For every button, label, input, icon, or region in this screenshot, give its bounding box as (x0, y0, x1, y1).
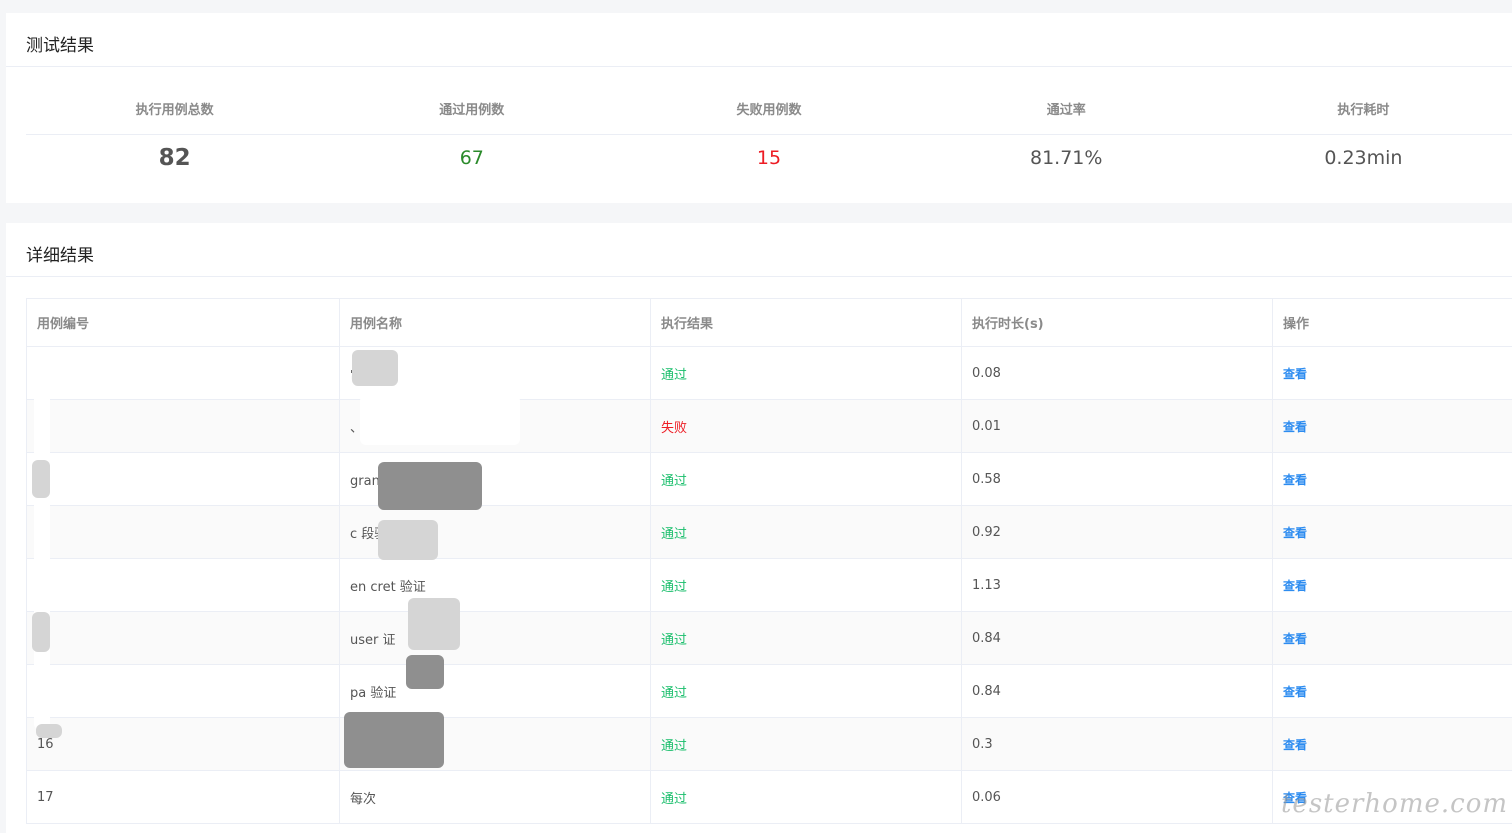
view-link[interactable]: 查看 (1283, 526, 1307, 540)
cell-result: 通过 (650, 505, 962, 559)
cell-result: 通过 (650, 558, 962, 612)
cell-case-id (26, 505, 340, 559)
cell-case-name: 常 击 (339, 346, 651, 400)
cell-action: 查看 (1272, 611, 1512, 665)
view-link[interactable]: 查看 (1283, 473, 1307, 487)
summary-title: 测试结果 (6, 13, 1512, 67)
column-header-name[interactable]: 用例名称 (339, 298, 651, 347)
column-header-result[interactable]: 执行结果 (650, 298, 962, 347)
table-row: pa 验证 通过 0.84 查看 (26, 664, 1512, 718)
cell-action: 查看 (1272, 717, 1512, 771)
cell-case-id (26, 399, 340, 453)
stat-failed-value: 15 (756, 147, 782, 169)
stat-duration-value: 0.23min (1324, 147, 1403, 169)
cell-duration: 1.13 (961, 558, 1273, 612)
cell-action: 查看 (1272, 399, 1512, 453)
cell-case-name: pa 验证 (339, 664, 651, 718)
cell-duration: 0.01 (961, 399, 1273, 453)
cell-duration: 0.08 (961, 346, 1273, 400)
table-row: 16 户信 务通过 0.3 查看 (26, 717, 1512, 771)
summary-card: 测试结果 执行用例总数 通过用例数 失败用例数 通过率 执行耗时 82 67 1… (6, 13, 1512, 203)
stat-header-total: 执行用例总数 (135, 103, 214, 118)
cell-action: 查看 (1272, 346, 1512, 400)
cell-duration: 0.84 (961, 664, 1273, 718)
cell-result: 通过 (650, 664, 962, 718)
table-row: en cret 验证 通过 1.13 查看 (26, 558, 1512, 612)
cell-case-id (26, 346, 340, 400)
cell-case-id (26, 611, 340, 665)
cell-result: 通过 (650, 770, 962, 824)
view-link[interactable]: 查看 (1283, 738, 1307, 752)
stat-passed-value: 67 (459, 147, 484, 169)
cell-case-id (26, 664, 340, 718)
cell-action: 查看 (1272, 664, 1512, 718)
table-row: 常 击通过 0.08 查看 (26, 346, 1512, 400)
stat-header-duration: 执行耗时 (1337, 103, 1390, 118)
results-table-wrapper: 用例编号 用例名称 执行结果 执行时长(s) 操作 常 击通过 0.08 查看、, … (26, 298, 1512, 824)
results-table: 用例编号 用例名称 执行结果 执行时长(s) 操作 常 击通过 0.08 查看、, … (26, 298, 1512, 824)
cell-case-id: 17 (26, 770, 340, 824)
cell-result: 通过 (650, 611, 962, 665)
cell-case-name: user 证 (339, 611, 651, 665)
table-row: 17 每次 通过 0.06 查看 (26, 770, 1512, 824)
detail-title: 详细结果 (6, 223, 1512, 277)
cell-case-name: c 段验i (339, 505, 651, 559)
column-header-id[interactable]: 用例编号 (26, 298, 340, 347)
table-row: grant 字段 通过 0.58 查看 (26, 452, 1512, 506)
table-row: user 证通过 0.84 查看 (26, 611, 1512, 665)
detail-card: 详细结果 用例编号 用例名称 执行结果 执行时长(s) 操作 常 击通过 0.08… (6, 223, 1512, 833)
cell-result: 通过 (650, 717, 962, 771)
table-row: 、, 值失败 0.01 查看 (26, 399, 1512, 453)
summary-stats-header: 执行用例总数 通过用例数 失败用例数 通过率 执行耗时 (26, 91, 1512, 135)
cell-case-name: en cret 验证 (339, 558, 651, 612)
results-table-body: 常 击通过 0.08 查看、, 值失败 0.01 查看 grant 字段 通过 0.58 查看 c… (26, 346, 1512, 824)
column-header-action: 操作 (1272, 298, 1512, 347)
view-link[interactable]: 查看 (1283, 579, 1307, 593)
column-header-duration[interactable]: 执行时长(s) (961, 298, 1273, 347)
stat-header-failed: 失败用例数 (736, 103, 802, 118)
cell-result: 失败 (650, 399, 962, 453)
cell-case-name: 户信 务 (339, 717, 651, 771)
cell-duration: 0.3 (961, 717, 1273, 771)
cell-case-id (26, 558, 340, 612)
table-header-row: 用例编号 用例名称 执行结果 执行时长(s) 操作 (26, 298, 1512, 347)
stat-header-pass-rate: 通过率 (1046, 103, 1086, 118)
stat-header-passed: 通过用例数 (439, 103, 505, 118)
stat-total-value: 82 (158, 145, 191, 171)
view-link[interactable]: 查看 (1283, 685, 1307, 699)
summary-stats: 执行用例总数 通过用例数 失败用例数 通过率 执行耗时 82 67 15 81.… (26, 91, 1512, 181)
view-link[interactable]: 查看 (1283, 420, 1307, 434)
cell-case-name: 每次 (339, 770, 651, 824)
cell-action: 查看 (1272, 770, 1512, 824)
cell-case-name: 、, 值 (339, 399, 651, 453)
view-link[interactable]: 查看 (1283, 791, 1307, 805)
cell-case-name: grant 字段 (339, 452, 651, 506)
table-row: c 段验i 通过 0.92 查看 (26, 505, 1512, 559)
cell-action: 查看 (1272, 452, 1512, 506)
summary-stats-values: 82 67 15 81.71% 0.23min (26, 135, 1512, 181)
cell-result: 通过 (650, 452, 962, 506)
stat-pass-rate-value: 81.71% (1029, 147, 1103, 169)
cell-result: 通过 (650, 346, 962, 400)
cell-duration: 0.84 (961, 611, 1273, 665)
cell-duration: 0.92 (961, 505, 1273, 559)
cell-case-id: 16 (26, 717, 340, 771)
cell-duration: 0.58 (961, 452, 1273, 506)
cell-case-id (26, 452, 340, 506)
view-link[interactable]: 查看 (1283, 632, 1307, 646)
cell-duration: 0.06 (961, 770, 1273, 824)
cell-action: 查看 (1272, 505, 1512, 559)
cell-action: 查看 (1272, 558, 1512, 612)
view-link[interactable]: 查看 (1283, 367, 1307, 381)
